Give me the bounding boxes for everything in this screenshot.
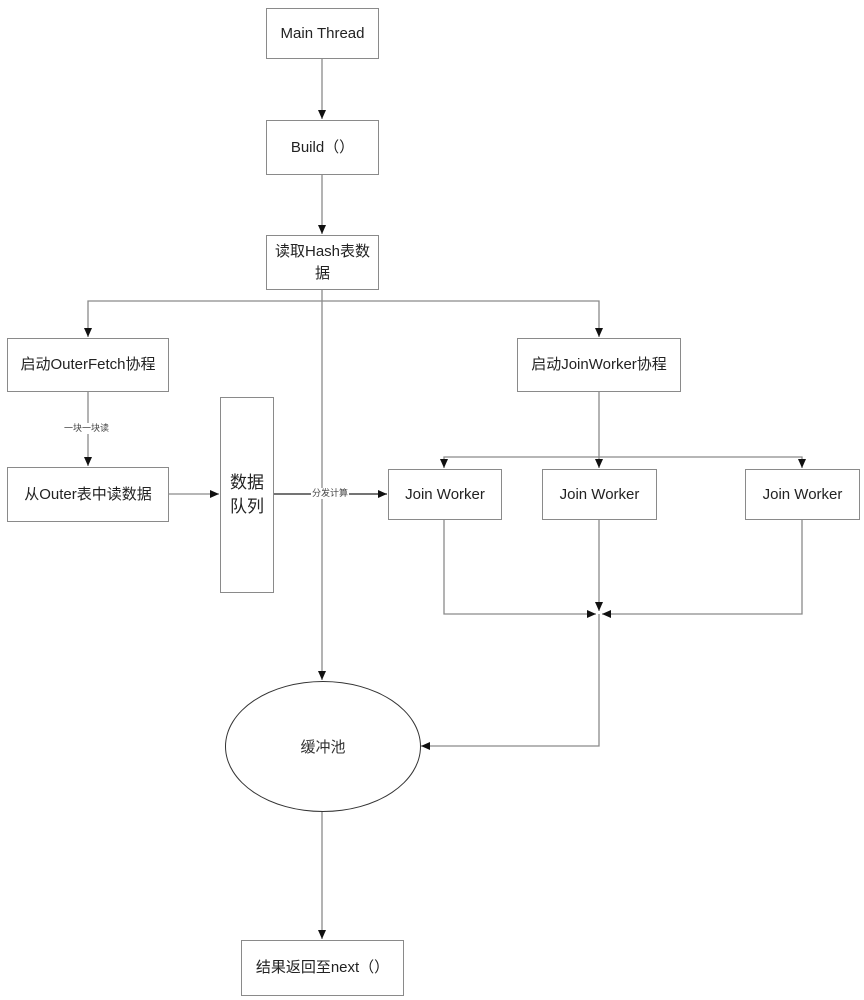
edge-joinworker1-to-merge [443,519,596,618]
node-join-worker-2: Join Worker [542,469,657,520]
edge-merge-to-bufferpool [421,614,600,750]
node-data-queue: 数据队列 [220,397,274,593]
edge-readhash-to-joinworker-start [322,300,603,337]
edge-branch-to-joinworker1 [440,456,599,468]
node-return-result: 结果返回至next（） [241,940,404,996]
node-start-join-worker: 启动JoinWorker协程 [517,338,681,392]
node-read-hash: 读取Hash表数据 [266,235,379,290]
node-main-thread: Main Thread [266,8,379,59]
edge-label-dispatch-compute: 分发计算 [311,488,350,499]
edge-branch-to-joinworker3 [599,456,806,468]
node-join-worker-3: Join Worker [745,469,860,520]
node-start-outer-fetch: 启动OuterFetch协程 [7,338,169,392]
node-read-outer: 从Outer表中读数据 [7,467,169,522]
edge-label-block-read: 一块一块读 [63,423,111,434]
node-join-worker-1: Join Worker [388,469,502,520]
node-buffer-pool: 缓冲池 [225,681,421,812]
edge-readhash-to-outerfetch [84,300,322,337]
node-build: Build（） [266,120,379,175]
edge-joinworker3-to-merge [602,519,803,618]
